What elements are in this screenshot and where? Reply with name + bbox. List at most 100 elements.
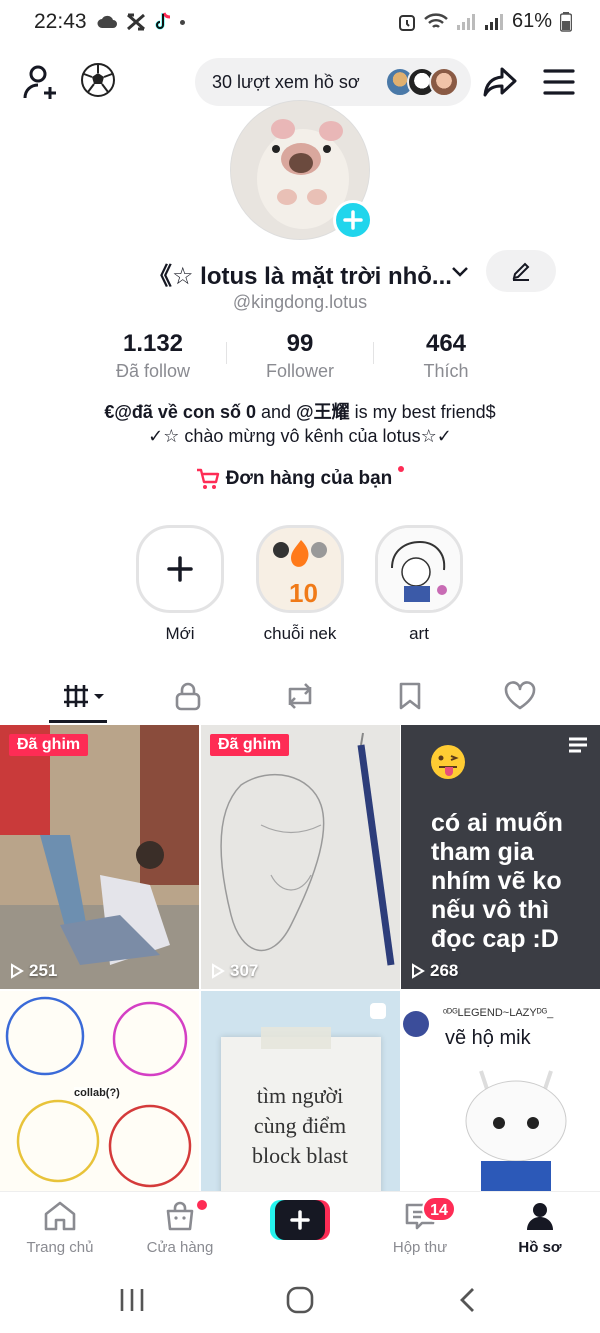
pinned-badge: Đã ghim [210,734,290,756]
tiktok-notif-icon [155,12,171,30]
tab-liked[interactable] [500,678,540,714]
soccer-ball-icon[interactable] [80,62,116,98]
bio-line-2: ✓☆ chào mừng vô kênh của lotus☆✓ [148,426,452,446]
wifi-icon [424,12,448,28]
play-count: 307 [211,961,258,981]
stat-followers[interactable]: 99 Follower [220,330,380,382]
cloud-icon [97,15,117,28]
stat-following-value: 1.132 [122,330,184,357]
home-icon [44,1201,76,1231]
tab-reposts[interactable] [280,678,320,714]
chevron-down-icon[interactable] [450,262,470,282]
nav-shop[interactable]: Cửa hàng [130,1200,230,1256]
cart-icon [196,468,219,489]
stat-followers-value: 99 [286,330,314,357]
profile-views-label: 30 lượt xem hồ sơ [212,71,360,92]
add-avatar-button[interactable] [333,200,373,240]
play-count-value: 268 [430,961,459,980]
video-thumbnail[interactable]: collab(?) [0,991,199,1193]
highlight-art[interactable]: art [375,525,463,644]
video-thumbnail[interactable]: Đã ghim 251 [0,725,199,989]
profile-top-bar: 30 lượt xem hồ sơ [0,56,600,106]
play-count: 251 [10,961,57,981]
more-dot-icon [180,19,185,25]
add-friend-icon[interactable] [22,62,62,102]
viewer-avatar [429,67,459,97]
repost-icon [288,683,312,709]
highlight-new-circle [136,525,224,613]
profile-name[interactable]: 《☆ lotus là mặt trời nhỏ... [148,256,452,291]
play-count-value: 307 [230,961,259,980]
viewer-avatars [385,67,459,97]
nav-shop-label: Cửa hàng [146,1239,214,1256]
play-count: 268 [411,961,458,981]
profile-name-row: 《☆ lotus là mặt trời nhỏ... [0,250,600,292]
bio-mention-2[interactable]: @王耀 [296,402,350,422]
author-avatar [403,1011,429,1037]
shop-notification-dot [197,1200,207,1210]
home-button-icon[interactable] [286,1286,314,1314]
content-tabs [0,672,600,724]
highlight-art-circle [375,525,463,613]
shopping-bag-icon [166,1201,194,1231]
profile-views-button[interactable]: 30 lượt xem hồ sơ [195,58,471,106]
tab-private[interactable] [168,678,208,714]
orders-label: Đơn hàng của bạn [225,468,393,489]
system-navigation [0,1263,600,1333]
video-caption: có ai muốn tham gia nhím vẽ ko nếu vô th… [431,809,563,953]
pencil-icon [512,262,530,281]
recent-apps-icon[interactable] [118,1287,146,1313]
edit-profile-button[interactable] [486,250,556,292]
play-icon [412,963,425,979]
stat-likes[interactable]: 464 Thích [366,330,526,382]
battery-percent: 61% [511,10,552,32]
tab-videos[interactable] [60,678,110,714]
highlight-label: Mới [165,624,195,643]
profile-handle: @kingdong.lotus [232,292,368,312]
capcut-icon [127,13,145,31]
alarm-icon [398,14,415,31]
video-caption: tìm người cùng điểm block blast [252,1083,348,1168]
plus-icon [343,210,363,230]
profile-icon [527,1203,553,1230]
nav-home[interactable]: Trang chủ [10,1200,110,1256]
nav-profile[interactable]: Hồ sơ [490,1200,590,1256]
orders-link[interactable]: Đơn hàng của bạn [0,466,600,490]
video-thumbnail[interactable]: Đã ghim 307 [201,725,400,989]
video-author: ᵒᴰᴳLEGEND~LAZYᴰᴳ_ [443,1007,554,1019]
create-button[interactable] [270,1200,330,1240]
bio-mention-1[interactable]: €@đã về con số 0 [104,402,256,422]
bookmark-icon [399,682,421,710]
inbox-badge: 14 [422,1196,456,1222]
video-thumbnail[interactable]: ᵒᴰᴳLEGEND~LAZYᴰᴳ_ vẽ hộ mik [401,991,600,1193]
video-thumbnail-image [465,1070,567,1193]
nav-home-label: Trang chủ [26,1239,94,1256]
bio-line-1: €@đã về con số 0 and @王耀 is my best frie… [0,398,600,424]
play-icon [212,963,225,979]
stat-following-label: Đã follow [115,361,191,381]
menu-icon[interactable] [541,66,577,98]
stat-likes-value: 464 [425,330,467,357]
share-icon[interactable] [482,64,518,100]
video-thumbnail-image [201,725,400,989]
highlight-label: chuỗi nek [263,624,337,643]
highlight-new[interactable]: Mới [136,525,224,644]
stat-following[interactable]: 1.132 Đã follow [73,330,233,382]
video-caption: collab(?) [74,1087,120,1099]
list-stack-icon [569,737,587,753]
video-thumbnail-image [0,725,199,989]
signal-icon-1 [456,13,475,30]
highlight-label: art [409,624,429,643]
status-time: 22:43 [34,10,87,33]
orders-notification-dot [398,466,405,472]
play-count-value: 251 [29,961,58,980]
stack-icon [370,1003,386,1019]
nav-inbox-label: Hộp thư [392,1239,448,1256]
video-thumbnail[interactable]: tìm người cùng điểm block blast [201,991,400,1193]
tape [261,1027,331,1049]
video-thumbnail[interactable]: có ai muốn tham gia nhím vẽ ko nếu vô th… [401,725,600,989]
play-icon [11,963,24,979]
highlight-chuoi[interactable]: 10 chuỗi nek [256,525,344,644]
tab-saved[interactable] [390,678,430,714]
back-icon[interactable] [458,1287,478,1313]
